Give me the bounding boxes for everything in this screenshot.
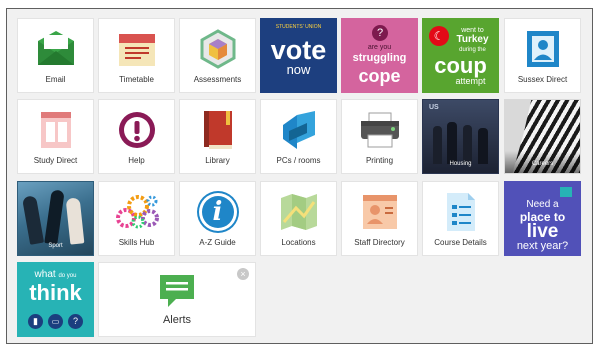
tile-label: Course Details xyxy=(434,238,487,247)
house-icon xyxy=(560,187,572,197)
profile-card-icon xyxy=(505,27,580,71)
tile-email[interactable]: Email xyxy=(17,18,94,93)
tile-label: Printing xyxy=(365,156,394,165)
calendar-icon xyxy=(99,27,174,71)
tile-label: Sport xyxy=(48,243,63,249)
tile-label: Email xyxy=(45,75,66,84)
promo-big-text: live xyxy=(526,221,559,242)
speech-bubble-icon xyxy=(99,269,255,313)
sign-text: US xyxy=(429,104,439,111)
person-figure xyxy=(447,122,457,164)
map-icon xyxy=(261,190,336,234)
launcher-panel: Email Timetable Assessments STUDENTS' UN… xyxy=(6,8,593,344)
document-icon xyxy=(18,108,93,152)
tile-help[interactable]: Help xyxy=(98,99,175,174)
exclamation-icon xyxy=(99,108,174,152)
info-icon-wrapper: i xyxy=(180,190,255,234)
promo-big-text: vote xyxy=(270,35,327,65)
tile-label: A-Z Guide xyxy=(199,238,236,247)
tile-library[interactable]: Library xyxy=(179,99,256,174)
printer-icon xyxy=(342,108,417,152)
person-figure xyxy=(463,125,472,164)
tile-course-details[interactable]: Course Details xyxy=(422,181,499,256)
tile-alerts[interactable]: × Alerts xyxy=(98,262,256,337)
promo-mid-text: struggling xyxy=(352,52,407,64)
promo-line1b: do you xyxy=(58,273,77,279)
tile-label: Skills Hub xyxy=(118,238,155,247)
promo-end-text: attempt xyxy=(455,76,486,86)
tile-study-direct[interactable]: Study Direct xyxy=(17,99,94,174)
promo-big-text: think xyxy=(29,280,82,305)
computer-icon xyxy=(261,108,336,152)
question-icon: ? xyxy=(372,25,388,41)
promo-sub-text: now xyxy=(286,62,311,77)
tile-label: Help xyxy=(128,156,145,165)
tile-staff-directory[interactable]: Staff Directory xyxy=(341,181,418,256)
gears-icon xyxy=(99,190,174,234)
tile-label: Assessments xyxy=(193,75,242,84)
tile-label: Staff Directory xyxy=(354,238,405,247)
tile-label: Alerts xyxy=(162,314,192,326)
feedback-icons: ▮ ▭ ? xyxy=(28,314,83,329)
tile-skills-hub[interactable]: Skills Hub xyxy=(98,181,175,256)
book-icon xyxy=(180,108,255,152)
promo-big-text: coup xyxy=(434,53,487,78)
tile-assessments[interactable]: Assessments xyxy=(179,18,256,93)
thumbs-up-icon: ▮ xyxy=(28,314,43,329)
tile-pcs-rooms[interactable]: PCs / rooms xyxy=(260,99,337,174)
tile-label: Library xyxy=(205,156,230,165)
contacts-icon xyxy=(342,190,417,234)
tile-vote-now[interactable]: STUDENTS' UNION vote now xyxy=(260,18,337,93)
person-figure xyxy=(433,126,442,164)
promo-line2: Turkey xyxy=(456,34,489,45)
tile-label: Careers xyxy=(531,161,554,167)
tile-label: Timetable xyxy=(119,75,154,84)
chat-icon: ▭ xyxy=(48,314,63,329)
union-caption: STUDENTS' UNION xyxy=(275,24,322,30)
tile-what-do-you-think[interactable]: what do you think ▮ ▭ ? xyxy=(17,262,94,337)
tile-timetable[interactable]: Timetable xyxy=(98,18,175,93)
promo-line1: Need a xyxy=(526,199,559,210)
tile-label: Locations xyxy=(281,238,316,247)
cube-icon xyxy=(180,27,255,71)
turkey-flag-icon: ☾ xyxy=(429,26,449,46)
tile-label: Housing xyxy=(449,161,472,167)
info-icon: i xyxy=(198,193,237,231)
tile-place-to-live[interactable]: Need a place to live next year? xyxy=(504,181,581,256)
tile-struggling-to-cope[interactable]: ? are you struggling cope xyxy=(341,18,418,93)
tile-az-guide[interactable]: i A-Z Guide xyxy=(179,181,256,256)
tile-coup-attempt[interactable]: ☾ went to Turkey during the coup attempt xyxy=(422,18,499,93)
list-document-icon xyxy=(423,190,498,234)
tile-sport[interactable]: Sport xyxy=(17,181,94,256)
promo-line1-wrap: what do you xyxy=(18,270,93,280)
promo-big-text: cope xyxy=(358,66,401,86)
tile-label: Sussex Direct xyxy=(517,75,568,84)
promo-line1: what xyxy=(34,269,56,280)
tile-printing[interactable]: Printing xyxy=(341,99,418,174)
tile-label: PCs / rooms xyxy=(276,156,321,165)
promo-line1: went to xyxy=(461,27,484,34)
tile-housing[interactable]: US Housing xyxy=(422,99,499,174)
tile-careers[interactable]: Careers xyxy=(504,99,581,174)
question-icon: ? xyxy=(68,314,83,329)
promo-top-text: are you xyxy=(367,44,392,51)
tile-locations[interactable]: Locations xyxy=(260,181,337,256)
envelope-icon xyxy=(18,27,93,71)
tile-label: Study Direct xyxy=(33,156,78,165)
person-figure xyxy=(478,128,488,164)
tile-sussex-direct[interactable]: Sussex Direct xyxy=(504,18,581,93)
promo-end-text: next year? xyxy=(516,240,569,252)
info-glyph: i xyxy=(212,197,223,227)
